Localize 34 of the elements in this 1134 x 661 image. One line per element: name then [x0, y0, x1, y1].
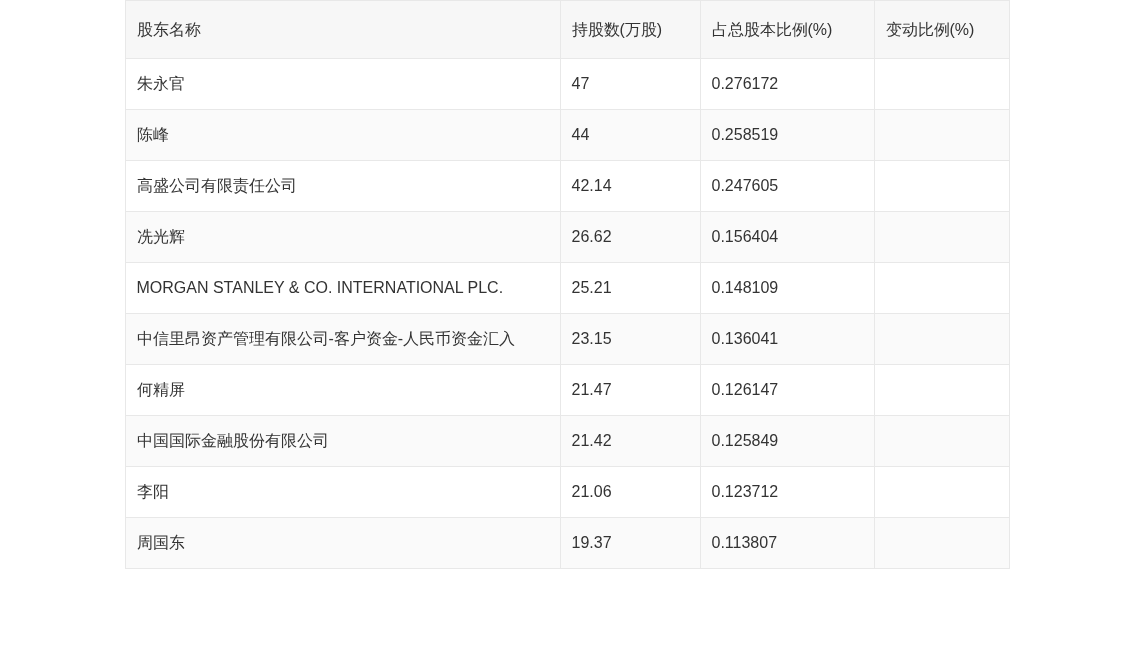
table-cell: 42.14: [560, 160, 700, 212]
table-cell: 0.276172: [700, 58, 874, 110]
table-cell: 中信里昂资产管理有限公司-客户资金-人民币资金汇入: [125, 313, 560, 365]
table-cell: 0.113807: [700, 517, 874, 569]
table-cell: 0.123712: [700, 466, 874, 518]
table-cell: 21.42: [560, 415, 700, 467]
table-cell: 高盛公司有限责任公司: [125, 160, 560, 212]
column-header: 变动比例(%): [874, 0, 1009, 59]
table-cell: 何精屏: [125, 364, 560, 416]
column-header: 占总股本比例(%): [700, 0, 874, 59]
table-cell: 26.62: [560, 211, 700, 263]
table-cell: 21.47: [560, 364, 700, 416]
table-cell: 19.37: [560, 517, 700, 569]
table-cell: 朱永官: [125, 58, 560, 110]
column-header: 持股数(万股): [560, 0, 700, 59]
table-cell: 23.15: [560, 313, 700, 365]
table-cell: 0.125849: [700, 415, 874, 467]
table-cell: 陈峰: [125, 109, 560, 161]
table-cell: MORGAN STANLEY & CO. INTERNATIONAL PLC.: [125, 262, 560, 314]
column-header: 股东名称: [125, 0, 560, 59]
table-cell: 0.136041: [700, 313, 874, 365]
table-cell: 47: [560, 58, 700, 110]
table-cell: 44: [560, 109, 700, 161]
table-cell: 冼光辉: [125, 211, 560, 263]
table-cell: 0.156404: [700, 211, 874, 263]
table-cell: 0.247605: [700, 160, 874, 212]
table-cell: 0.258519: [700, 109, 874, 161]
table-cell: 0.148109: [700, 262, 874, 314]
table-cell: 周国东: [125, 517, 560, 569]
table-cell: 李阳: [125, 466, 560, 518]
table-cell: 21.06: [560, 466, 700, 518]
table-cell: 中国国际金融股份有限公司: [125, 415, 560, 467]
table-cell: 25.21: [560, 262, 700, 314]
table-cell: 0.126147: [700, 364, 874, 416]
